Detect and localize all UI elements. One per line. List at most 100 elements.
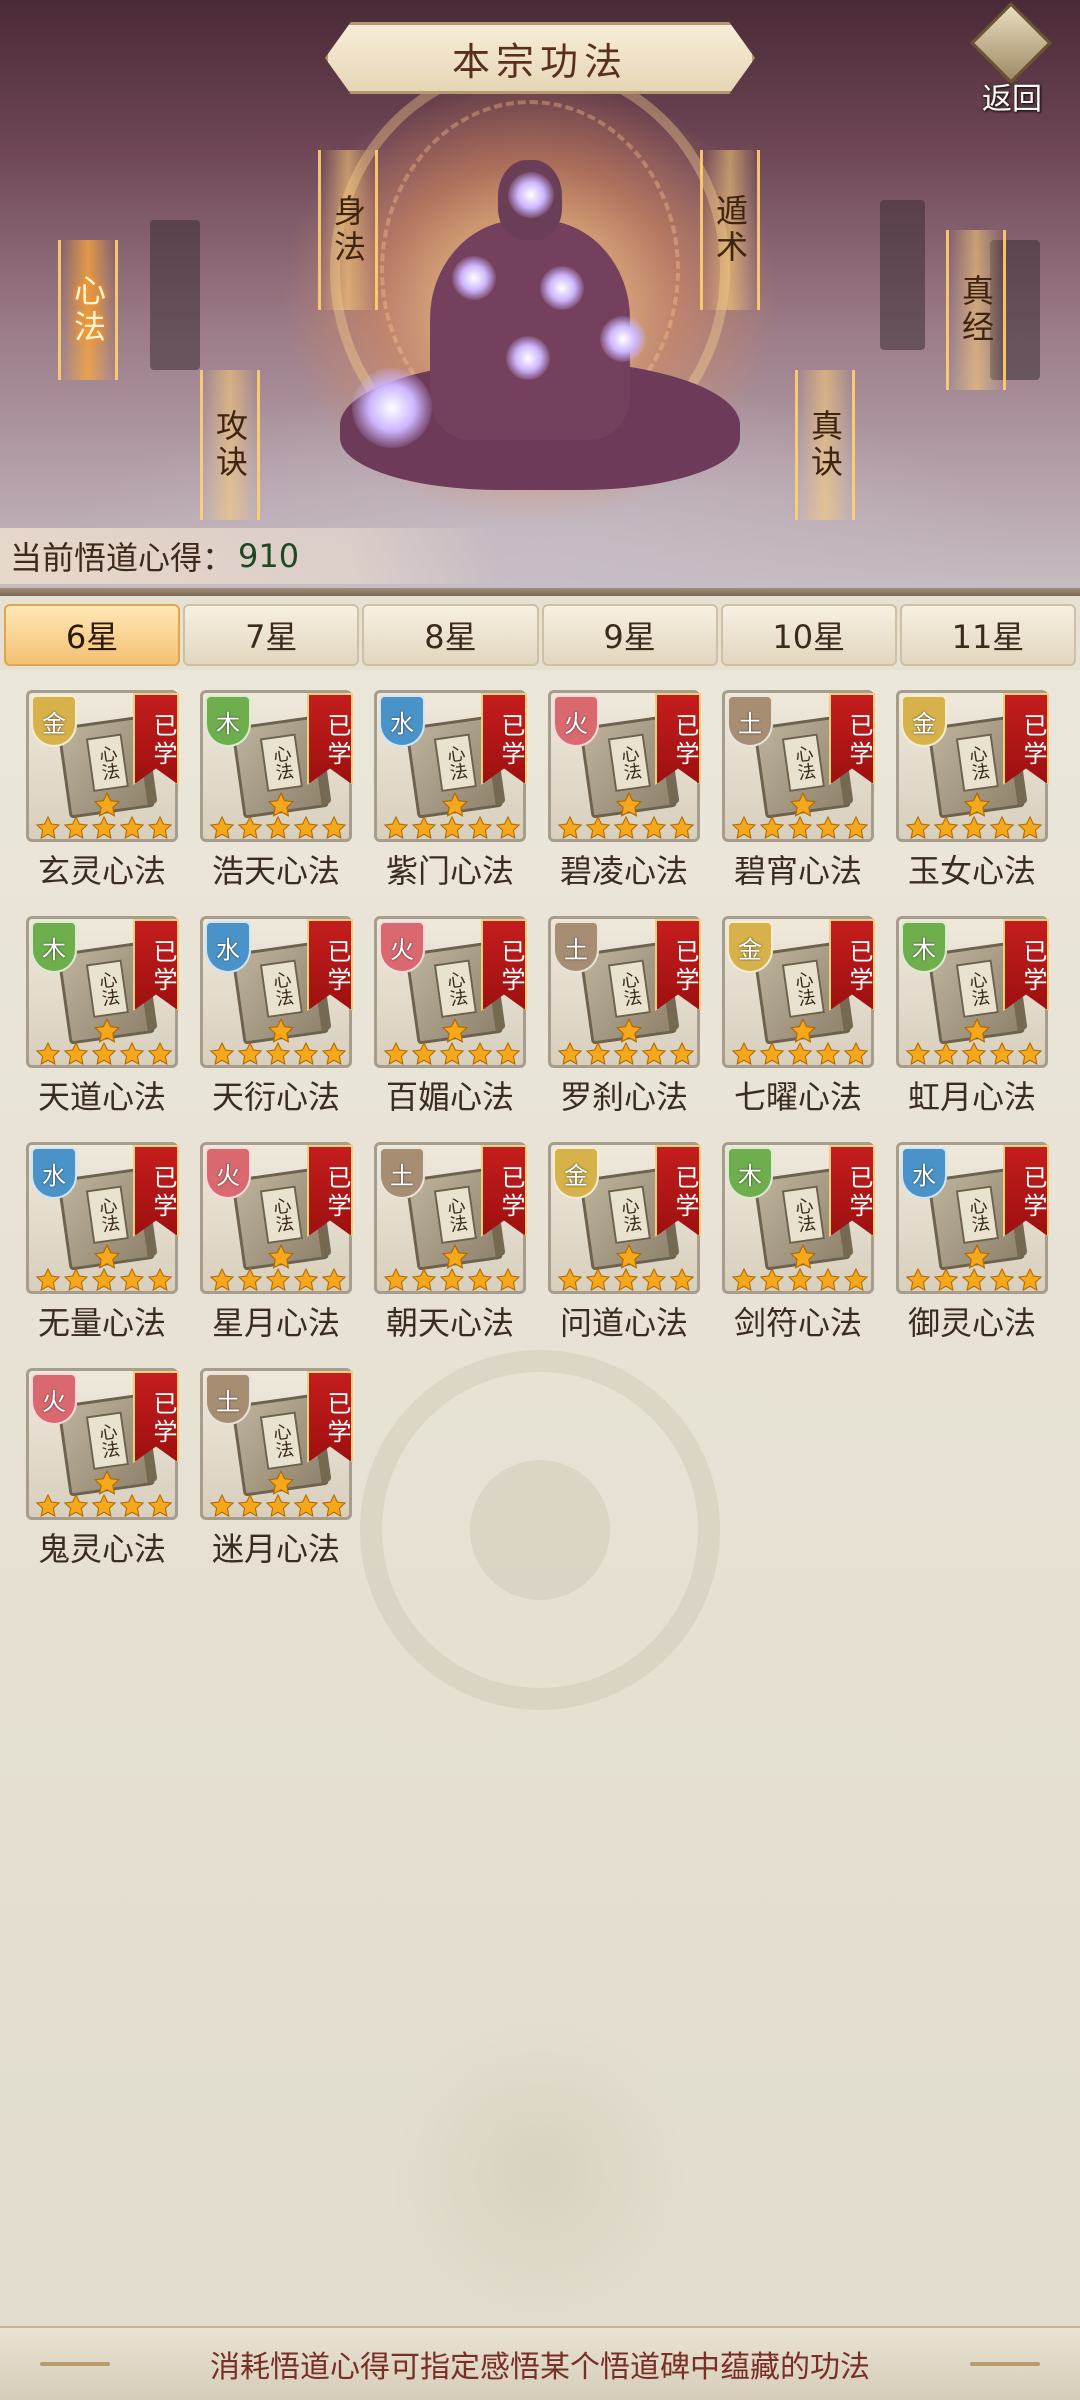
star-icon [237,1267,265,1293]
book-plate: 心法 [433,959,478,1019]
skill-tile: 心法金 已学 [896,690,1049,842]
book-plate: 心法 [85,1185,130,1245]
learned-ribbon: 已学 [481,693,527,785]
skill-name: 紫门心法 [385,852,514,890]
star-rating [557,1267,699,1293]
skill-card[interactable]: 心法土 已学 迷月心法 [200,1368,353,1568]
element-badge: 木 [205,695,251,747]
skill-name: 百媚心法 [385,1078,514,1116]
tab-9-star[interactable]: 9星 [541,604,718,666]
tab-6-star[interactable]: 6星 [4,604,181,666]
skill-tile: 心法木 已学 [722,1142,875,1294]
skill-card[interactable]: 心法木 已学 天道心法 [26,916,179,1116]
tab-7-star[interactable]: 7星 [183,604,360,666]
star-rating [209,1041,351,1067]
star-icon [585,1041,613,1067]
skill-card[interactable]: 心法水 已学 无量心法 [26,1142,179,1342]
book-plate: 心法 [955,733,1000,793]
star-icon [759,1041,787,1067]
footer-hint-bar: 消耗悟道心得可指定感悟某个悟道碑中蕴藏的功法 [0,2326,1080,2400]
skill-card[interactable]: 心法土 已学 罗刹心法 [548,916,701,1116]
book-plate: 心法 [259,1185,304,1245]
skill-card[interactable]: 心法金 已学玉女心法 [896,690,1049,890]
category-banner-dunshu[interactable]: 遁术 [700,150,760,310]
star-icon [843,1041,871,1067]
skill-card[interactable]: 心法木 已学 剑符心法 [722,1142,875,1342]
star-icon [669,815,697,841]
star-rating [557,1041,699,1067]
star-icon [731,1041,759,1067]
chakra-orb [452,256,496,300]
learned-ribbon: 已学 [133,1145,179,1237]
book-plate: 心法 [781,733,826,793]
category-banner-zhenjue[interactable]: 真诀 [795,370,855,520]
star-icon [905,815,933,841]
skill-tile: 心法火 已学 [374,916,527,1068]
skill-name: 罗刹心法 [559,1078,688,1116]
star-rating [209,1267,351,1293]
star-icon [759,815,787,841]
category-banner-shenfa[interactable]: 身法 [318,150,378,310]
skill-name: 浩天心法 [211,852,340,890]
star-icon [961,815,989,841]
star-icon [731,815,759,841]
star-icon [495,1267,523,1293]
skill-card[interactable]: 心法水 已学 御灵心法 [896,1142,1049,1342]
star-icon [669,1041,697,1067]
skill-tile: 心法金 已学 [548,1142,701,1294]
divider [0,588,1080,596]
skill-card[interactable]: 心法火 已学 碧凌心法 [548,690,701,890]
star-icon [209,815,237,841]
skill-card[interactable]: 心法火 已学 星月心法 [200,1142,353,1342]
category-banner-gongjue[interactable]: 攻诀 [200,370,260,520]
tab-11-star[interactable]: 11星 [899,604,1077,666]
element-badge: 土 [379,1147,425,1199]
star-icon [1017,1267,1045,1293]
category-banner-zhenjing[interactable]: 真经 [946,230,1006,390]
skill-panel: 心法金已学 玄灵心法 心法木已学 浩天心法 心法水已学 紫门心法 心法火已学 碧凌心法 心法土已… [0,670,1080,2340]
skill-name: 玉女心法 [907,852,1036,890]
page-title: 本宗功法 [325,22,755,94]
star-icon [815,1267,843,1293]
skill-card[interactable]: 心法木 已学 浩天心法 [200,690,353,890]
star-icon [495,815,523,841]
back-button[interactable]: 返回 [962,1,1062,117]
skill-card[interactable]: 心法火 已学鬼灵心法 [26,1368,179,1568]
tab-10-star[interactable]: 10星 [720,604,897,666]
element-badge: 金 [31,695,77,747]
skill-card[interactable]: 心法木 已学 虹月心法 [896,916,1049,1116]
star-rating [35,1041,177,1067]
skill-tile: 心法土 已学 [722,690,875,842]
skill-card[interactable]: 心法金 已学 玄灵心法 [26,690,179,890]
element-badge: 火 [31,1373,77,1425]
category-banner-xinfa[interactable]: 心法 [58,240,118,380]
star-rating [35,1493,177,1519]
learned-ribbon: 已学 [307,919,353,1011]
skill-card[interactable]: 心法水 已学 紫门心法 [374,690,527,890]
skill-tile: 心法火 已学 [26,1368,179,1520]
skill-card[interactable]: 心法金 已学 问道心法 [548,1142,701,1342]
skill-tile: 心法金 已学 [26,690,179,842]
skill-card[interactable]: 心法水 已学 天衍心法 [200,916,353,1116]
skill-card[interactable]: 心法土 已学 碧宵心法 [722,690,875,890]
skill-name: 迷月心法 [211,1530,340,1568]
star-icon [237,1041,265,1067]
skill-card[interactable]: 心法火 已学百媚心法 [374,916,527,1116]
star-icon [843,1267,871,1293]
chakra-orb [352,368,432,448]
skill-name: 天道心法 [37,1078,166,1116]
skill-name: 天衍心法 [211,1078,340,1116]
book-plate: 心法 [607,1185,652,1245]
element-badge: 土 [553,921,599,973]
skill-card[interactable]: 心法土 已学 朝天心法 [374,1142,527,1342]
learned-ribbon: 已学 [655,1145,701,1237]
star-icon [613,1267,641,1293]
star-icon [91,1267,119,1293]
star-icon [91,815,119,841]
tab-8-star[interactable]: 8星 [362,604,539,666]
star-icon [237,1493,265,1519]
star-icon [383,815,411,841]
skill-tile: 心法水 已学 [26,1142,179,1294]
skill-card[interactable]: 心法金 已学 七曜心法 [722,916,875,1116]
skill-name: 鬼灵心法 [37,1530,166,1568]
